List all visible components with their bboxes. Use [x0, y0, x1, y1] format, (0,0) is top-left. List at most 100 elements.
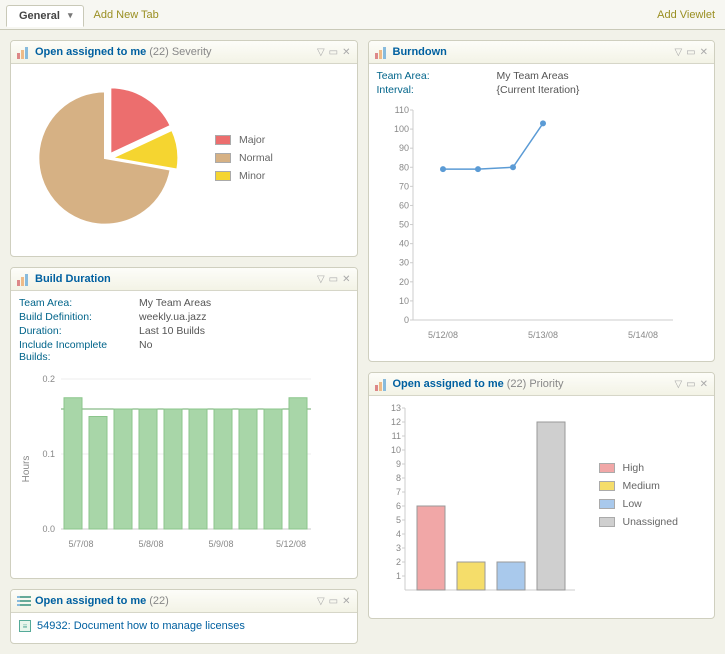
svg-text:100: 100 — [393, 124, 408, 134]
svg-text:5/8/08: 5/8/08 — [138, 539, 163, 549]
dashboard: Open assigned to me (22) Severity ▽ ▭ ✕ — [0, 30, 725, 654]
svg-text:70: 70 — [398, 181, 408, 191]
viewlet-burndown: Burndown ▽ ▭ ✕ Team Area:My Team Areas I… — [368, 40, 716, 362]
svg-text:6: 6 — [395, 501, 400, 511]
close-icon[interactable]: ✕ — [342, 47, 350, 58]
viewlet-priority: Open assigned to me (22) Priority ▽ ▭ ✕ … — [368, 372, 716, 619]
viewlet-title[interactable]: Open assigned to me — [35, 595, 146, 607]
chart-icon — [375, 377, 389, 391]
svg-text:3: 3 — [395, 543, 400, 553]
swatch-icon — [599, 499, 615, 509]
svg-text:5/12/08: 5/12/08 — [427, 330, 457, 340]
tab-bar: General ▾ Add New Tab Add Viewlet — [0, 0, 725, 30]
viewlet-header: Open assigned to me (22) Priority ▽ ▭ ✕ — [369, 373, 715, 396]
severity-pie-chart — [25, 78, 185, 238]
viewlet-title[interactable]: Open assigned to me — [35, 46, 146, 58]
chart-icon — [17, 45, 31, 59]
svg-text:8: 8 — [395, 473, 400, 483]
left-column: Open assigned to me (22) Severity ▽ ▭ ✕ — [10, 40, 358, 644]
workitem-icon: ≡ — [19, 620, 31, 632]
svg-text:13: 13 — [390, 403, 400, 413]
svg-text:5/13/08: 5/13/08 — [527, 330, 557, 340]
maximize-icon[interactable]: ▭ — [329, 274, 338, 285]
svg-text:30: 30 — [398, 258, 408, 268]
viewlet-count: (22) — [507, 378, 527, 390]
collapse-icon[interactable]: ▽ — [317, 274, 325, 285]
collapse-icon[interactable]: ▽ — [674, 379, 682, 390]
svg-text:40: 40 — [398, 239, 408, 249]
swatch-icon — [215, 171, 231, 181]
svg-text:60: 60 — [398, 200, 408, 210]
workitem-label: 54932: Document how to manage licenses — [37, 620, 245, 632]
tab-label: General — [19, 10, 60, 22]
collapse-icon[interactable]: ▽ — [317, 596, 325, 607]
svg-text:1: 1 — [395, 571, 400, 581]
svg-text:4: 4 — [395, 529, 400, 539]
viewlet-header: Build Duration ▽ ▭ ✕ — [11, 268, 357, 291]
svg-text:50: 50 — [398, 220, 408, 230]
close-icon[interactable]: ✕ — [342, 274, 350, 285]
y-axis-label: Hours — [21, 456, 32, 483]
maximize-icon[interactable]: ▭ — [329, 596, 338, 607]
svg-text:10: 10 — [398, 296, 408, 306]
viewlet-header: Burndown ▽ ▭ ✕ — [369, 41, 715, 64]
build-duration-chart: 0.0 0.1 0.2 5/7/08 5/8/08 5/9/08 — [19, 369, 329, 569]
close-icon[interactable]: ✕ — [700, 379, 708, 390]
maximize-icon[interactable]: ▭ — [686, 379, 695, 390]
workitem-row[interactable]: ≡ 54932: Document how to manage licenses — [19, 617, 349, 635]
viewlet-body: Team Area:My Team Areas Build Definition… — [11, 291, 357, 578]
swatch-icon — [599, 481, 615, 491]
svg-text:11: 11 — [391, 431, 400, 441]
svg-text:0.2: 0.2 — [42, 374, 55, 384]
svg-text:20: 20 — [398, 277, 408, 287]
close-icon[interactable]: ✕ — [700, 47, 708, 58]
viewlet-workitems: Open assigned to me (22) ▽ ▭ ✕ ≡ 54932: … — [10, 589, 358, 644]
svg-text:2: 2 — [395, 557, 400, 567]
maximize-icon[interactable]: ▭ — [686, 47, 695, 58]
viewlet-severity: Open assigned to me (22) Severity ▽ ▭ ✕ — [10, 40, 358, 257]
svg-text:12: 12 — [390, 417, 400, 427]
tab-general[interactable]: General ▾ — [6, 5, 84, 27]
viewlet-subtitle: Severity — [172, 46, 212, 58]
svg-text:80: 80 — [398, 162, 408, 172]
svg-text:0: 0 — [403, 315, 408, 325]
svg-text:7: 7 — [395, 487, 400, 497]
legend-item: Medium — [599, 480, 678, 492]
viewlet-title[interactable]: Burndown — [393, 46, 447, 58]
svg-text:90: 90 — [398, 143, 408, 153]
viewlet-subtitle: Priority — [529, 378, 563, 390]
workitem-list: ≡ 54932: Document how to manage licenses — [11, 613, 357, 643]
svg-text:5: 5 — [395, 515, 400, 525]
svg-text:5/9/08: 5/9/08 — [208, 539, 233, 549]
viewlet-count: (22) — [149, 595, 169, 607]
legend-item: Minor — [215, 170, 273, 182]
severity-legend: Major Normal Minor — [215, 134, 273, 182]
svg-text:5/12/08: 5/12/08 — [276, 539, 306, 549]
svg-text:5/14/08: 5/14/08 — [627, 330, 657, 340]
priority-legend: High Medium Low Unassigned — [599, 462, 678, 528]
viewlet-title[interactable]: Open assigned to me — [393, 378, 504, 390]
burndown-meta: Team Area:My Team Areas Interval:{Curren… — [377, 70, 707, 96]
chart-icon — [375, 45, 389, 59]
legend-item: Normal — [215, 152, 273, 164]
viewlet-header: Open assigned to me (22) ▽ ▭ ✕ — [11, 590, 357, 613]
right-column: Burndown ▽ ▭ ✕ Team Area:My Team Areas I… — [368, 40, 716, 644]
svg-text:0.1: 0.1 — [42, 449, 55, 459]
legend-item: High — [599, 462, 678, 474]
add-new-tab-link[interactable]: Add New Tab — [94, 9, 159, 21]
close-icon[interactable]: ✕ — [342, 596, 350, 607]
swatch-icon — [599, 463, 615, 473]
tab-dropdown-icon[interactable]: ▾ — [68, 10, 73, 21]
collapse-icon[interactable]: ▽ — [674, 47, 682, 58]
build-meta: Team Area:My Team Areas Build Definition… — [19, 297, 349, 363]
viewlet-count: (22) — [149, 46, 169, 58]
burndown-chart: 0102030405060708090100110 5/12/08 5/13/0… — [377, 102, 697, 352]
swatch-icon — [215, 153, 231, 163]
viewlet-header: Open assigned to me (22) Severity ▽ ▭ ✕ — [11, 41, 357, 64]
add-viewlet-link[interactable]: Add Viewlet — [657, 9, 715, 21]
viewlet-title[interactable]: Build Duration — [35, 273, 111, 285]
viewlet-body: 12345678910111213 High Medium Low Unassi… — [369, 396, 715, 618]
collapse-icon[interactable]: ▽ — [317, 47, 325, 58]
legend-item: Low — [599, 498, 678, 510]
maximize-icon[interactable]: ▭ — [329, 47, 338, 58]
